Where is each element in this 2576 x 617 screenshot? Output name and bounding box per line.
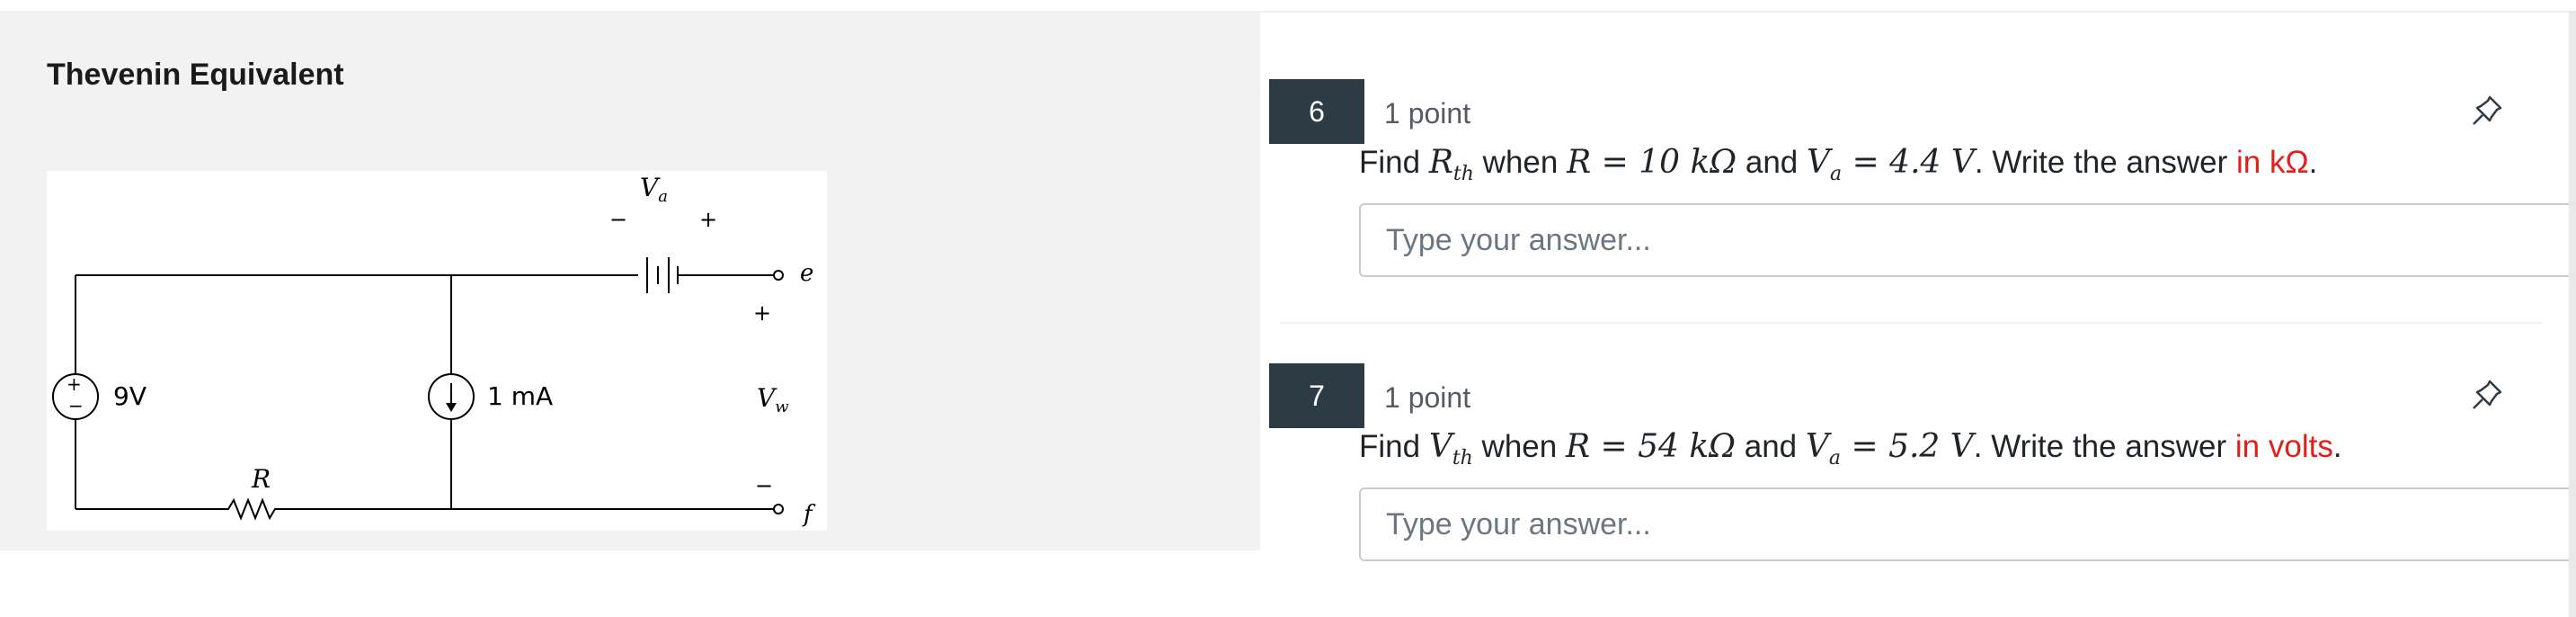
battery-plates	[646, 257, 679, 293]
va-symbol: Va = 4.4 V	[1807, 144, 1975, 186]
battery-plus: +	[699, 207, 717, 232]
vs-plus: +	[67, 373, 82, 395]
question-prompt: Find Rth when R = 10 kΩ and Va = 4.4 V. …	[1359, 144, 2318, 186]
question-points: 1 point	[1384, 97, 1471, 130]
source-voltage-label: 9V	[113, 381, 147, 411]
resistance-value: R = 10 kΩ	[1567, 144, 1737, 181]
vw-minus: −	[755, 473, 773, 498]
pin-icon[interactable]	[2470, 92, 2506, 128]
resistance-value: R = 54 kΩ	[1565, 428, 1737, 465]
section-title: Thevenin Equivalent	[47, 58, 344, 92]
vw-label: Vw	[757, 383, 789, 416]
terminal-e-label: e	[800, 260, 813, 287]
question-points: 1 point	[1384, 381, 1471, 414]
bottom-wire-resistor	[76, 497, 778, 521]
unit-note: in volts	[2234, 429, 2333, 464]
question-number: 7	[1269, 363, 1364, 428]
current-arrow-head	[446, 403, 457, 412]
vs-minus: −	[68, 395, 84, 416]
battery-minus: −	[609, 207, 627, 232]
question-number: 6	[1269, 79, 1364, 144]
battery-label: Va	[640, 173, 668, 206]
unit-note: in kΩ	[2236, 145, 2309, 180]
answer-input[interactable]	[1359, 487, 2576, 561]
va-symbol: Va = 5.2 V	[1805, 428, 1974, 470]
question-stimulus-panel: Thevenin Equivalent + − 9V 1 mA − + + − …	[0, 13, 1260, 550]
scrollbar[interactable]	[2569, 11, 2576, 617]
target-symbol: Rth	[1428, 144, 1474, 186]
current-source-label: 1 mA	[487, 381, 553, 411]
question-prompt: Find Vth when R = 54 kΩ and Va = 5.2 V. …	[1359, 428, 2342, 470]
resistor-label: R	[251, 464, 271, 494]
vw-plus: +	[753, 300, 771, 326]
pin-icon[interactable]	[2470, 376, 2506, 412]
top-border	[0, 0, 2576, 13]
answer-input[interactable]	[1359, 203, 2576, 277]
circuit-svg: + − 9V 1 mA − + + − Va R e f Vw	[52, 173, 816, 528]
terminal-f-label: f	[802, 501, 816, 528]
terminal-e-node	[773, 270, 784, 281]
target-symbol: Vth	[1428, 428, 1473, 470]
question-divider	[1280, 322, 2542, 324]
circuit-diagram: + − 9V 1 mA − + + − Va R e f Vw	[47, 171, 827, 531]
terminal-f-node	[773, 504, 784, 514]
